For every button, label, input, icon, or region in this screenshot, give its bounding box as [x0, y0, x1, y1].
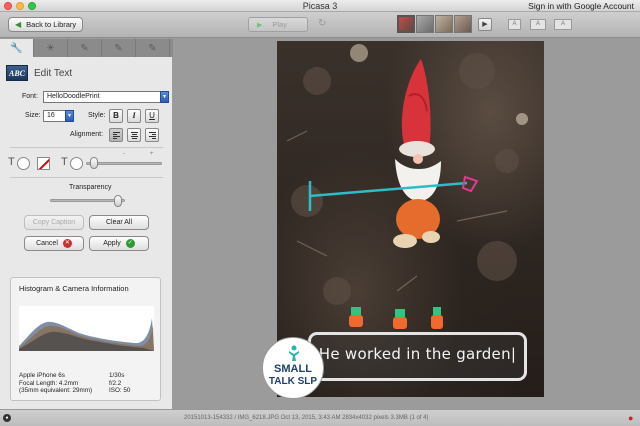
logo-line-1: SMALL — [274, 363, 312, 375]
slider-min-tick: - — [123, 151, 125, 157]
filmstrip-thumbnail[interactable] — [435, 15, 453, 33]
outline-color-swatch[interactable] — [70, 157, 83, 170]
align-center-button[interactable] — [127, 128, 141, 142]
small-text-size-button[interactable]: A — [508, 19, 521, 30]
copy-caption-button[interactable]: Copy Caption — [24, 215, 84, 230]
font-select[interactable]: HelloDoodlePrint ▼ — [43, 91, 169, 103]
camera-info-right: 1/30s f/2.2 ISO: 50 — [109, 372, 130, 395]
play-label: Play — [272, 20, 287, 29]
back-arrow-icon: ◀ — [15, 20, 22, 29]
cancel-button[interactable]: Cancel ✕ — [24, 236, 84, 251]
size-label: Size: — [25, 112, 41, 119]
histogram-title: Histogram & Camera Information — [19, 284, 129, 293]
photo[interactable]: He worked in the garden| — [277, 41, 544, 397]
filmstrip — [397, 15, 472, 35]
brush-icon: ✎ — [148, 42, 157, 54]
align-center-icon — [131, 132, 138, 139]
tab-tuning[interactable]: ☀ — [34, 39, 68, 57]
font-select-value: HelloDoodlePrint — [47, 93, 100, 100]
sun-icon: ☀ — [46, 42, 55, 54]
back-to-library-label: Back to Library — [26, 20, 77, 29]
align-right-button[interactable] — [145, 128, 159, 142]
style-label: Style: — [88, 112, 106, 119]
size-select[interactable]: 16 ▼ — [43, 110, 74, 122]
play-button[interactable]: ▶ Play — [248, 17, 308, 32]
divider — [10, 177, 163, 178]
edit-tabs: 🔧 ☀ ✎ ✎ ✎ — [0, 39, 173, 57]
slider-max-tick: + — [150, 151, 154, 157]
apply-label: Apply — [103, 240, 121, 247]
bold-button[interactable]: B — [109, 109, 123, 123]
info-icon[interactable]: ● — [3, 414, 11, 422]
shutter-speed: 1/30s — [109, 372, 125, 379]
caption-text-box[interactable]: He worked in the garden| — [308, 332, 527, 381]
filmstrip-thumbnail[interactable] — [397, 15, 415, 33]
status-text: 20151013-154332 / IMG_6218.JPG Oct 13, 2… — [184, 415, 429, 421]
person-icon — [289, 345, 299, 361]
chevron-down-icon: ▼ — [160, 91, 169, 103]
tab-effects-2[interactable]: ✎ — [102, 39, 136, 57]
back-to-library-button[interactable]: ◀ Back to Library — [8, 17, 83, 32]
rotate-icon[interactable]: ↻ — [318, 18, 332, 31]
cancel-x-icon: ✕ — [62, 239, 72, 248]
camera-model: Apple iPhone 6s — [19, 372, 65, 379]
italic-button[interactable]: I — [127, 109, 141, 123]
transparency-label: Transparency — [69, 184, 112, 191]
alignment-label: Alignment: — [70, 131, 104, 138]
wrench-icon: 🔧 — [10, 42, 23, 54]
top-toolbar: ◀ Back to Library ▶ Play ↻ ▶ A A A — [0, 12, 640, 38]
underline-button[interactable]: U — [145, 109, 159, 123]
divider — [10, 147, 163, 148]
next-photo-icon[interactable]: ▶ — [478, 18, 492, 31]
small-talk-slp-logo: SMALL TALK SLP — [262, 337, 324, 399]
edit-text-title: Edit Text — [34, 67, 73, 79]
focal-length: Focal Length: 4.2mm — [19, 379, 79, 387]
tab-effects[interactable]: ✎ — [68, 39, 102, 57]
outline-letter: T — [61, 156, 68, 168]
logo-line-2: TALK SLP — [268, 376, 318, 387]
brush-icon: ✎ — [114, 42, 123, 54]
edit-text-header: ABC Edit Text — [6, 65, 72, 81]
large-text-size-button[interactable]: A — [554, 19, 572, 30]
checkmark-icon: ✓ — [125, 239, 135, 248]
filmstrip-thumbnail[interactable] — [454, 15, 472, 33]
title-bar: Picasa 3 Sign in with Google Account — [0, 0, 640, 12]
apply-button[interactable]: Apply ✓ — [89, 236, 149, 251]
text-color-letter: T — [8, 156, 15, 168]
size-select-value: 16 — [47, 112, 55, 119]
align-left-button[interactable] — [109, 128, 123, 142]
outline-width-slider-handle[interactable] — [89, 157, 98, 169]
status-bar: ● 20151013-154332 / IMG_6218.JPG Oct 13,… — [0, 409, 640, 426]
geotag-pin-icon[interactable]: ● — [628, 413, 636, 423]
medium-text-size-button[interactable]: A — [530, 19, 546, 30]
play-icon: ▶ — [257, 21, 263, 29]
chevron-down-icon: ▼ — [65, 110, 74, 122]
histogram-panel: Histogram & Camera Information Apple iPh… — [10, 277, 161, 401]
caption-text[interactable]: He worked in the garden| — [311, 345, 524, 363]
align-left-icon — [113, 132, 120, 139]
align-right-icon — [149, 132, 156, 139]
sign-in-link[interactable]: Sign in with Google Account — [528, 1, 634, 11]
transparency-slider-handle[interactable] — [113, 195, 122, 207]
abc-text-icon: ABC — [6, 65, 28, 81]
brush-icon: ✎ — [80, 42, 89, 54]
filmstrip-thumbnail[interactable] — [416, 15, 434, 33]
tab-basic-fixes[interactable]: 🔧 — [0, 39, 34, 57]
aperture: f/2.2 — [109, 379, 122, 387]
no-color-swatch[interactable] — [37, 157, 50, 170]
tab-effects-3[interactable]: ✎ — [136, 39, 170, 57]
clear-all-button[interactable]: Clear All — [89, 215, 149, 230]
focal-equivalent: (35mm equivalent: 29mm) — [19, 387, 93, 394]
camera-info-left: Apple iPhone 6s Focal Length: 4.2mm (35m… — [19, 372, 92, 395]
histogram-graph — [19, 306, 154, 351]
edit-panel: 🔧 ☀ ✎ ✎ ✎ ABC Edit Text Font: HelloDoodl… — [0, 39, 173, 409]
font-label: Font: — [22, 93, 38, 100]
text-color-swatch[interactable] — [17, 157, 30, 170]
cancel-label: Cancel — [36, 240, 58, 247]
iso: ISO: 50 — [109, 387, 131, 394]
